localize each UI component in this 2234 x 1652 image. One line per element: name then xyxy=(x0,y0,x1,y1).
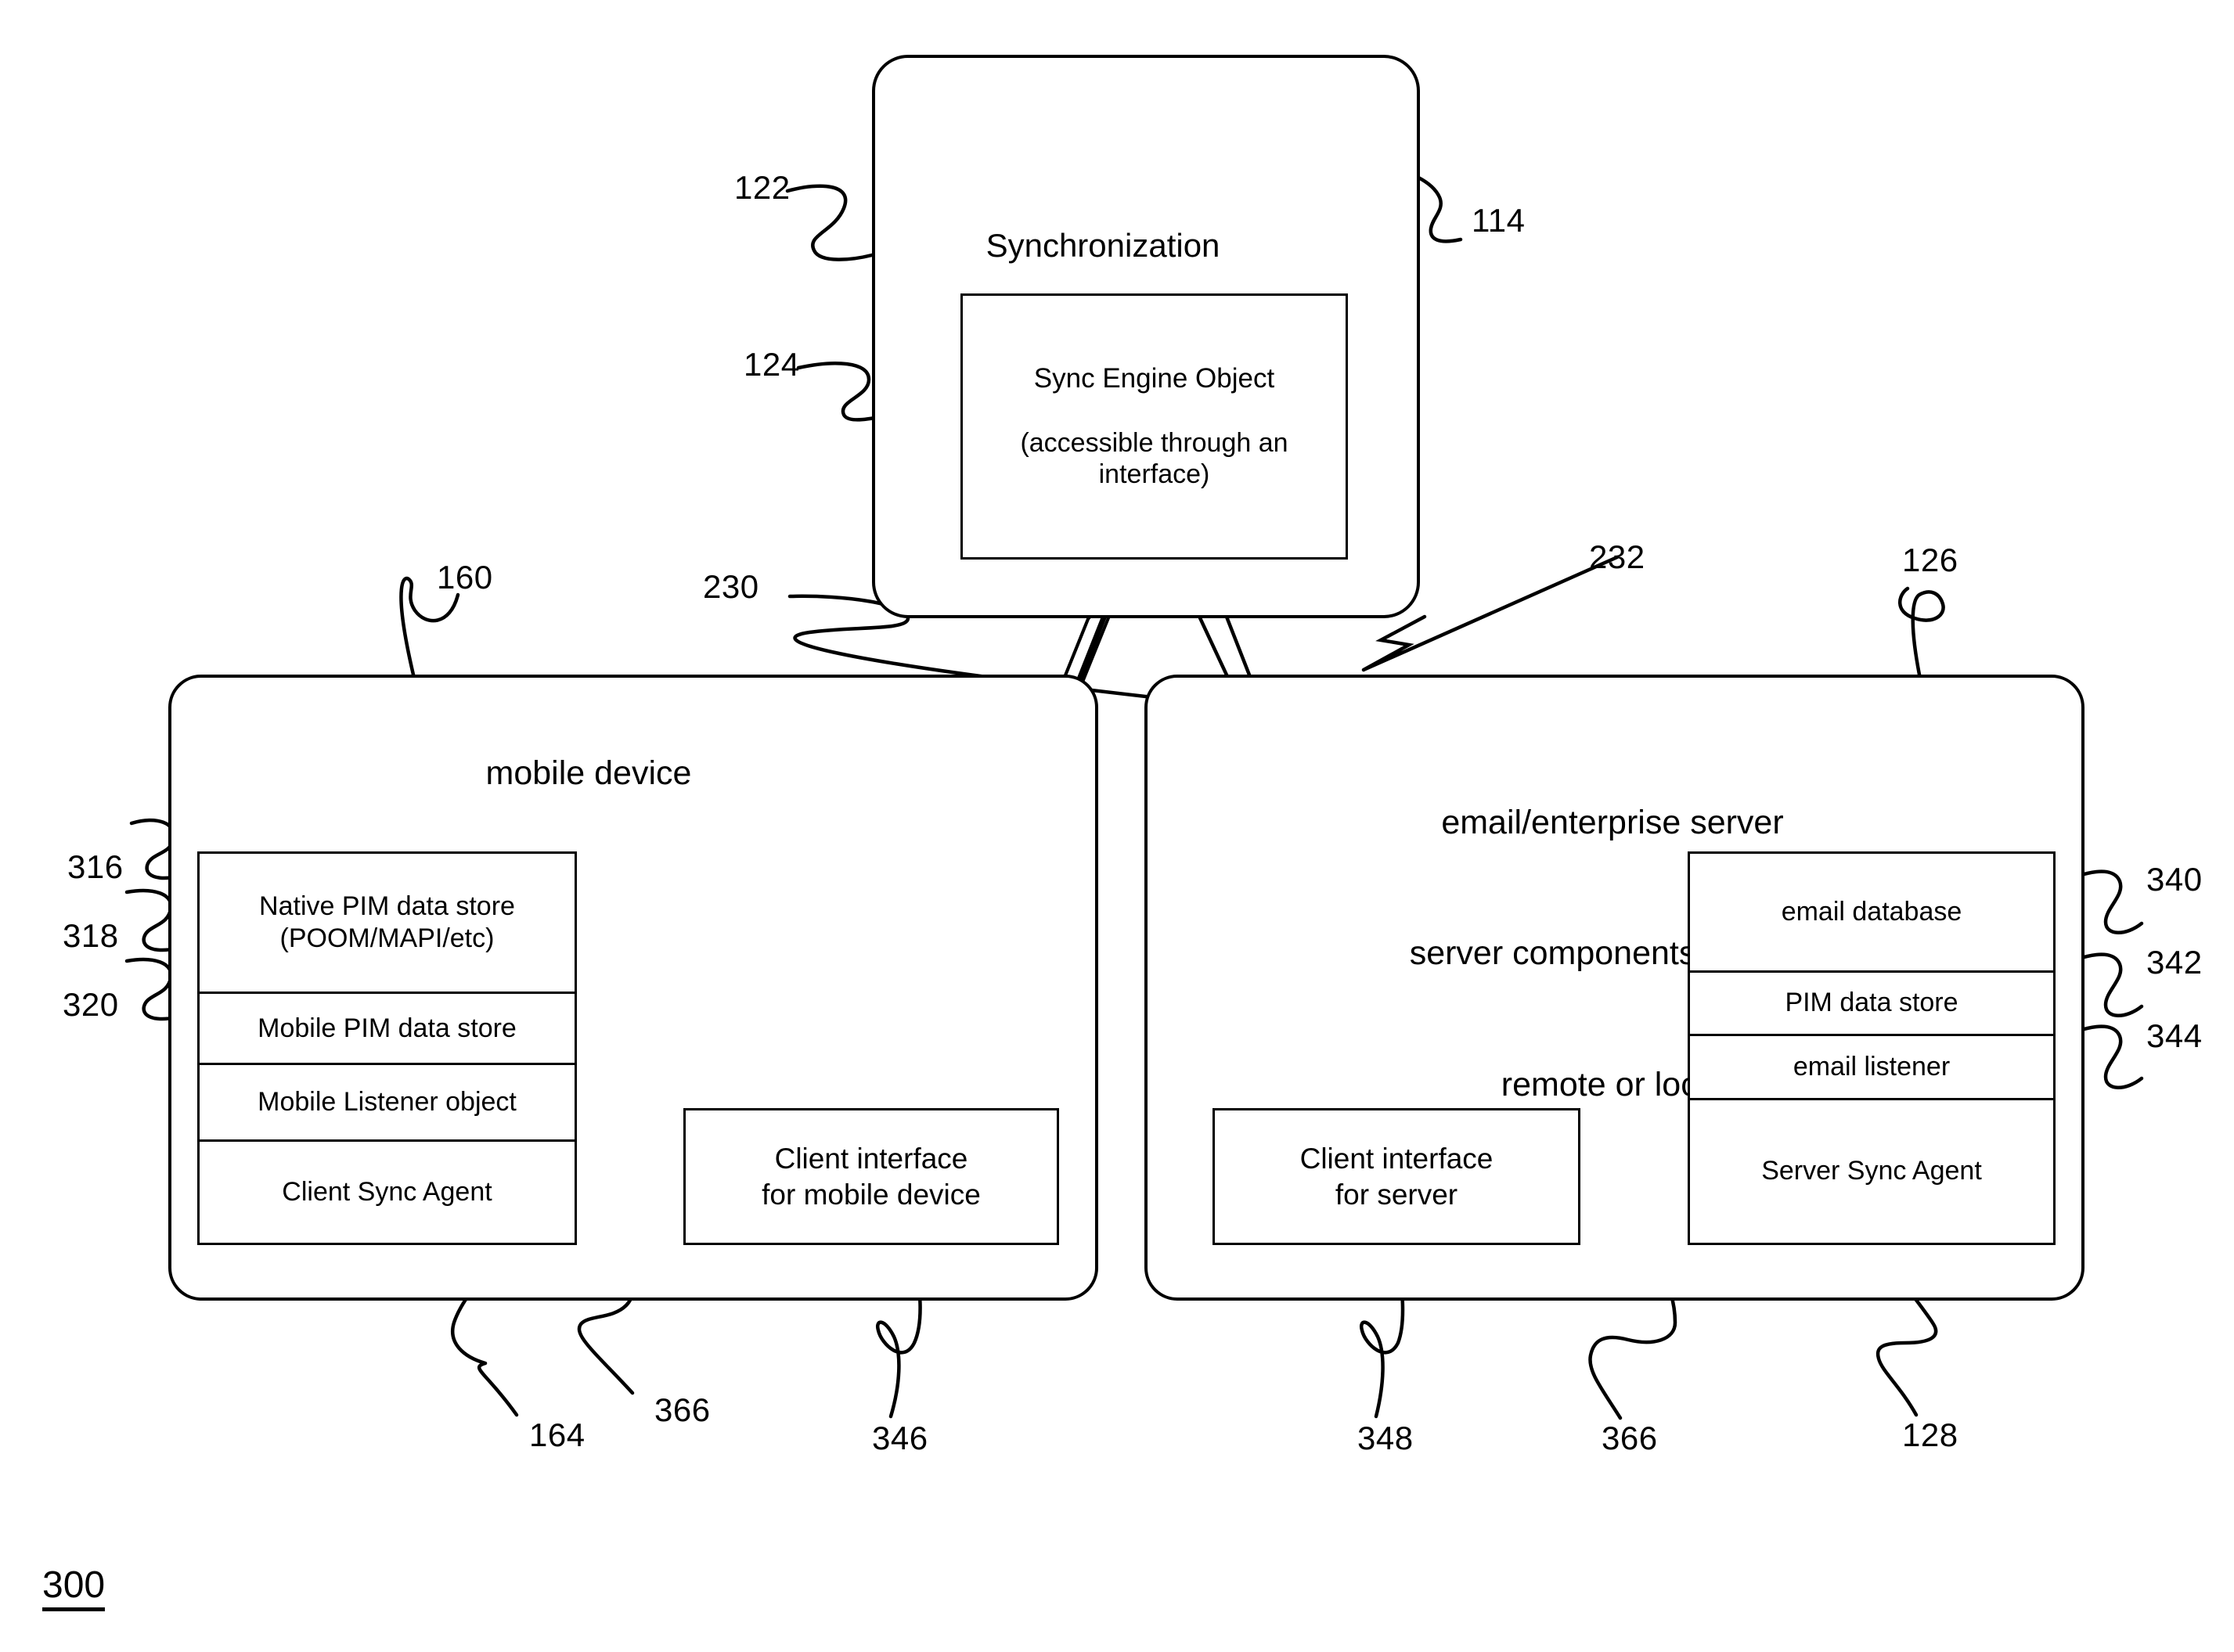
ref-160: 160 xyxy=(437,559,493,596)
mobile-listener-object-cell: Mobile Listener object xyxy=(200,1065,575,1142)
sync-engine-sublabel-line1: (accessible through an xyxy=(1020,427,1288,458)
ref-124: 124 xyxy=(744,346,800,383)
ref-318: 318 xyxy=(63,917,119,954)
mobile-ci-line2: for mobile device xyxy=(762,1178,981,1211)
ref-230: 230 xyxy=(703,568,759,605)
sync-title-line1: Synchronization xyxy=(985,227,1220,265)
ref-122: 122 xyxy=(734,169,791,206)
ref-232: 232 xyxy=(1589,538,1645,575)
server-pim-data-store-cell: PIM data store xyxy=(1690,973,2053,1037)
ref-348: 348 xyxy=(1357,1420,1414,1456)
native-pim-label-line2: (POOM/MAPI/etc) xyxy=(279,923,495,953)
server-component-stack: email database PIM data store email list… xyxy=(1688,851,2056,1245)
sync-engine-sublabel: (accessible through an interface) xyxy=(1020,427,1288,491)
server-sync-agent-cell: Server Sync Agent xyxy=(1761,1156,1982,1186)
server-title-line1: email/enterprise server xyxy=(1441,803,1784,841)
server-ci-line1: Client interface xyxy=(1299,1143,1494,1175)
email-database-cell: email database xyxy=(1690,854,2053,973)
ref-340: 340 xyxy=(2146,861,2203,898)
native-pim-label-line1: Native PIM data store xyxy=(259,891,515,922)
diagram-canvas: Synchronization Server Sync Engine Objec… xyxy=(0,0,2234,1652)
ref-342: 342 xyxy=(2146,944,2203,981)
ref-316: 316 xyxy=(67,848,124,885)
figure-number: 300 xyxy=(42,1567,106,1611)
client-interface-for-server-box: Client interface for server xyxy=(1212,1108,1580,1245)
ref-128: 128 xyxy=(1902,1416,1958,1453)
mobile-ci-line1: Client interface xyxy=(774,1143,968,1175)
mobile-component-stack: Native PIM data store (POOM/MAPI/etc) Mo… xyxy=(197,851,577,1245)
ref-344: 344 xyxy=(2146,1017,2203,1054)
email-listener-cell: email listener xyxy=(1690,1036,2053,1100)
client-interface-for-mobile-device-box: Client interface for mobile device xyxy=(683,1108,1059,1245)
ref-114: 114 xyxy=(1472,202,1526,239)
sync-engine-object-box: Sync Engine Object (accessible through a… xyxy=(960,293,1348,560)
ref-320: 320 xyxy=(63,986,119,1023)
sync-engine-label: Sync Engine Object xyxy=(1033,362,1275,394)
ref-126: 126 xyxy=(1902,542,1958,578)
client-sync-agent-cell: Client Sync Agent xyxy=(282,1176,492,1207)
native-pim-data-store-cell: Native PIM data store (POOM/MAPI/etc) xyxy=(200,854,575,994)
mobile-pim-data-store-cell: Mobile PIM data store xyxy=(200,994,575,1066)
ref-366-left: 366 xyxy=(654,1391,711,1428)
ref-164: 164 xyxy=(529,1416,586,1453)
server-ci-line2: for server xyxy=(1335,1178,1458,1211)
mobile-device-title: mobile device xyxy=(485,754,692,792)
sync-engine-sublabel-line2: interface) xyxy=(1098,459,1210,490)
ref-366-right: 366 xyxy=(1602,1420,1658,1456)
ref-346: 346 xyxy=(872,1420,928,1456)
